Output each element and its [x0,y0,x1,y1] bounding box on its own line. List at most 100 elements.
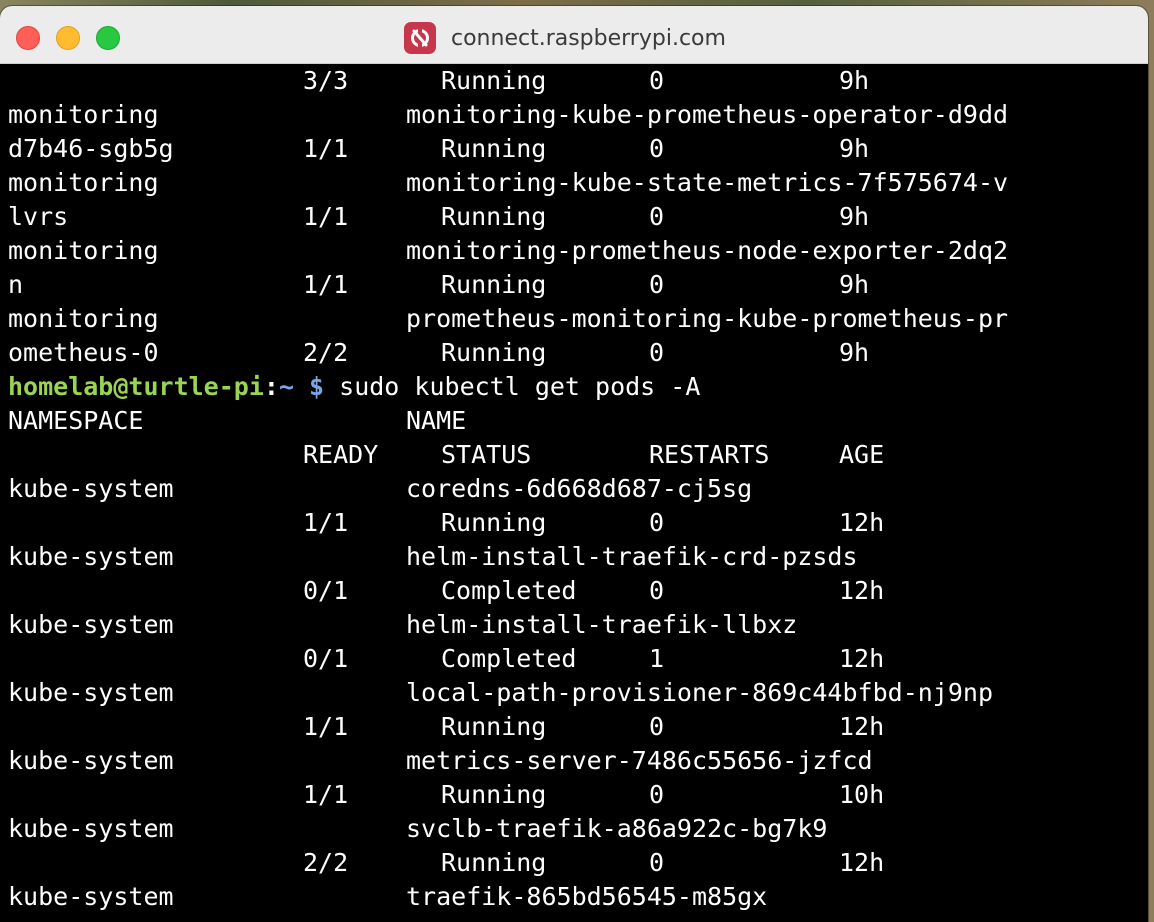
status-cell: Running [441,270,547,299]
output-line: 3/3 Running 0 9h [8,64,1148,98]
status-cell: Running [441,780,547,809]
prompt-separator: : [263,372,279,401]
table-row: 1/1 Running 0 12h [8,710,1148,744]
age-cell: 12h [839,508,885,537]
prompt-symbol: $ [294,372,340,401]
pod-name-cell: helm-install-traefik-crd-pzsds [406,542,858,571]
restarts-cell: 0 [649,780,665,809]
pod-name-cell: helm-install-traefik-llbxz [406,610,798,639]
ready-cell: 3/3 [303,66,349,95]
output-line: monitoring prometheus-monitoring-kube-pr… [8,302,1148,336]
namespace-cell: kube-system [8,474,174,503]
table-row: kube-system local-path-provisioner-869c4… [8,676,1148,710]
restarts-cell: 0 [649,66,665,95]
title-bar[interactable]: connect.raspberrypi.com [0,6,1148,64]
prompt-line: homelab@turtle-pi:~ $ sudo kubectl get p… [8,370,1148,404]
window-title-group: connect.raspberrypi.com [404,21,726,55]
ready-header: READY [303,440,379,469]
ready-cell: 2/2 [303,338,349,367]
age-cell: 9h [839,338,870,367]
name-header: NAME [406,406,467,435]
namespace-cell: kube-system [8,542,174,571]
pod-name-cell: coredns-6d668d687-cj5sg [406,474,753,503]
namespace-cell: d7b46-sgb5g [8,134,174,163]
prompt-user-host-text: homelab@turtle-pi [8,372,264,401]
table-row: kube-system helm-install-traefik-crd-pzs… [8,540,1148,574]
pod-name-cell: prometheus-monitoring-kube-prometheus-pr [406,304,1009,333]
prompt-path: ~ [278,372,294,401]
output-line: ometheus-0 2/2 Running 0 9h [8,336,1148,370]
namespace-cell: kube-system [8,882,174,911]
age-cell: 9h [839,134,870,163]
close-window-button[interactable] [16,26,40,50]
browser-window: connect.raspberrypi.com 3/3 Running 0 9h… [0,6,1148,922]
ready-cell: 1/1 [303,270,349,299]
restarts-cell: 0 [649,134,665,163]
table-row: 0/1 Completed 0 12h [8,574,1148,608]
age-cell: 9h [839,66,870,95]
age-cell: 12h [839,576,885,605]
age-cell: 9h [839,270,870,299]
namespace-cell: monitoring [8,168,159,197]
table-row: 1/1 Running 0 10h [8,778,1148,812]
ready-cell: 1/1 [303,508,349,537]
status-cell: Running [441,848,547,877]
restarts-cell: 0 [649,848,665,877]
output-line: n 1/1 Running 0 9h [8,268,1148,302]
ready-cell: 1/1 [303,202,349,231]
namespace-header: NAMESPACE [8,406,144,435]
ready-cell: 0/1 [303,576,349,605]
restarts-cell: 1 [649,644,665,673]
restarts-cell: 0 [649,338,665,367]
window-title: connect.raspberrypi.com [451,25,726,51]
age-cell: 12h [839,644,885,673]
status-cell: Running [441,134,547,163]
output-line: monitoring monitoring-kube-state-metrics… [8,166,1148,200]
output-line: d7b46-sgb5g 1/1 Running 0 9h [8,132,1148,166]
table-row: kube-system metrics-server-7486c55656-jz… [8,744,1148,778]
namespace-cell: kube-system [8,610,174,639]
status-cell: Running [441,202,547,231]
restarts-cell: 0 [649,576,665,605]
pod-name-cell: metrics-server-7486c55656-jzfcd [406,746,873,775]
age-cell: 12h [839,712,885,741]
table-row: 2/2 Running 0 12h [8,846,1148,880]
table-header-row: READY STATUS RESTARTS AGE [8,438,1148,472]
restarts-cell: 0 [649,712,665,741]
namespace-cell: kube-system [8,746,174,775]
minimize-window-button[interactable] [56,26,80,50]
status-header: STATUS [441,440,532,469]
table-row: 0/1 Completed 1 12h [8,642,1148,676]
namespace-cell: kube-system [8,814,174,843]
output-line: monitoring monitoring-kube-prometheus-op… [8,98,1148,132]
age-header: AGE [839,440,885,469]
restarts-cell: 0 [649,508,665,537]
namespace-cell: lvrs [8,202,69,231]
table-row: 1/1 Running 0 12h [8,506,1148,540]
status-cell: Running [441,66,547,95]
status-cell: Running [441,508,547,537]
ready-cell: 1/1 [303,712,349,741]
namespace-cell: n [8,270,24,299]
table-row: kube-system helm-install-traefik-llbxz [8,608,1148,642]
terminal-output[interactable]: 3/3 Running 0 9h monitoring monitoring-k… [8,64,1148,922]
ready-cell: 2/2 [303,848,349,877]
namespace-cell: kube-system [8,678,174,707]
ready-cell: 0/1 [303,644,349,673]
restarts-cell: 0 [649,270,665,299]
restarts-cell: 0 [649,202,665,231]
ready-cell: 1/1 [303,780,349,809]
status-cell: Running [441,712,547,741]
output-line: monitoring monitoring-prometheus-node-ex… [8,234,1148,268]
age-cell: 9h [839,202,870,231]
status-cell: Completed [441,644,577,673]
restarts-header: RESTARTS [649,440,770,469]
output-line: lvrs 1/1 Running 0 9h [8,200,1148,234]
fullscreen-window-button[interactable] [96,26,120,50]
raspberry-pi-connect-icon [404,22,436,54]
pod-name-cell: local-path-provisioner-869c44bfbd-nj9np [406,678,993,707]
namespace-cell: monitoring [8,100,159,129]
status-cell: Completed [441,576,577,605]
pod-name-cell: monitoring-kube-state-metrics-7f575674-v [406,168,1009,197]
namespace-cell: ometheus-0 [8,338,159,367]
